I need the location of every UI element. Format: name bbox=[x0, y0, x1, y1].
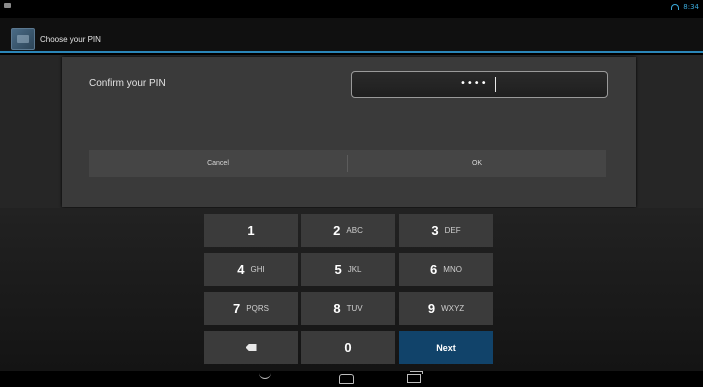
key-letters: MNO bbox=[443, 265, 462, 274]
key-letters: ABC bbox=[346, 226, 363, 235]
status-time: 8:34 bbox=[683, 3, 699, 11]
numeric-keypad: 1 2 ABC 3 DEF 4 GHI 5 JKL 6 MNO 7 PQRS 8… bbox=[0, 208, 703, 371]
key-backspace[interactable] bbox=[204, 331, 298, 364]
cancel-button[interactable]: Cancel bbox=[89, 150, 347, 177]
confirm-pin-label: Confirm your PIN bbox=[89, 78, 166, 89]
status-bar: 8:34 bbox=[0, 0, 703, 18]
next-label: Next bbox=[436, 342, 456, 353]
text-cursor bbox=[495, 77, 496, 92]
key-5[interactable]: 5 JKL bbox=[301, 253, 395, 286]
key-letters: WXYZ bbox=[441, 304, 465, 313]
key-letters: JKL bbox=[347, 265, 362, 274]
key-2[interactable]: 2 ABC bbox=[301, 214, 395, 247]
key-digit: 4 bbox=[237, 262, 245, 277]
key-9[interactable]: 9 WXYZ bbox=[399, 292, 493, 325]
app-icon[interactable] bbox=[11, 28, 35, 50]
key-digit: 3 bbox=[431, 223, 439, 238]
key-1[interactable]: 1 bbox=[204, 214, 298, 247]
key-digit: 5 bbox=[334, 262, 342, 277]
key-letters: DEF bbox=[444, 226, 461, 235]
key-letters: PQRS bbox=[246, 304, 269, 313]
ok-button[interactable]: OK bbox=[348, 150, 606, 177]
key-4[interactable]: 4 GHI bbox=[204, 253, 298, 286]
pin-dialog: Confirm your PIN •••• Cancel OK bbox=[62, 57, 636, 207]
home-icon[interactable] bbox=[339, 374, 354, 384]
key-digit: 0 bbox=[344, 340, 352, 355]
backspace-icon bbox=[245, 344, 257, 351]
action-bar-title: Choose your PIN bbox=[40, 35, 101, 44]
key-digit: 9 bbox=[427, 301, 436, 316]
key-digit: 6 bbox=[430, 262, 438, 277]
pin-dots: •••• bbox=[460, 78, 488, 89]
key-digit: 7 bbox=[233, 301, 241, 316]
key-letters: TUV bbox=[346, 304, 363, 313]
wifi-icon bbox=[671, 4, 680, 10]
key-0[interactable]: 0 bbox=[301, 331, 395, 364]
key-digit: 8 bbox=[333, 301, 341, 316]
status-right: 8:34 bbox=[671, 3, 699, 11]
pin-input[interactable]: •••• bbox=[351, 71, 608, 98]
key-letters: GHI bbox=[250, 265, 265, 274]
key-digit: 1 bbox=[247, 223, 255, 238]
key-3[interactable]: 3 DEF bbox=[399, 214, 493, 247]
key-6[interactable]: 6 MNO bbox=[399, 253, 493, 286]
key-7[interactable]: 7 PQRS bbox=[204, 292, 298, 325]
next-button[interactable]: Next bbox=[399, 331, 493, 364]
back-icon[interactable] bbox=[259, 373, 271, 379]
notification-icon bbox=[4, 3, 11, 8]
key-8[interactable]: 8 TUV bbox=[301, 292, 395, 325]
key-digit: 2 bbox=[333, 223, 341, 238]
recent-apps-icon[interactable] bbox=[407, 371, 423, 383]
navigation-bar bbox=[0, 371, 703, 387]
dialog-button-row: Cancel OK bbox=[89, 150, 606, 177]
action-bar: Choose your PIN bbox=[0, 18, 703, 53]
